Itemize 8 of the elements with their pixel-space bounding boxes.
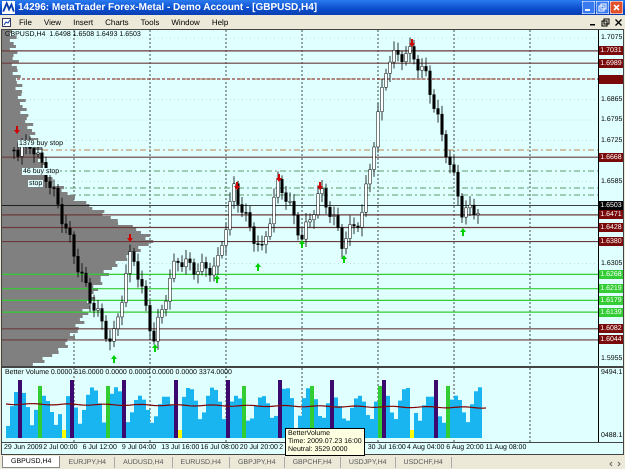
- menu-item[interactable]: Help: [208, 18, 232, 26]
- menu-item[interactable]: View: [40, 18, 66, 26]
- menu-item[interactable]: Insert: [69, 18, 98, 26]
- window-title: 14296: MetaTrader Forex-Metal - Demo Account - [GBPUSD,H4]: [18, 2, 318, 13]
- menu-item[interactable]: Charts: [101, 18, 133, 26]
- menu-item[interactable]: Window: [167, 18, 204, 26]
- menu-item[interactable]: Tools: [136, 18, 164, 26]
- menu-item[interactable]: File: [15, 18, 36, 26]
